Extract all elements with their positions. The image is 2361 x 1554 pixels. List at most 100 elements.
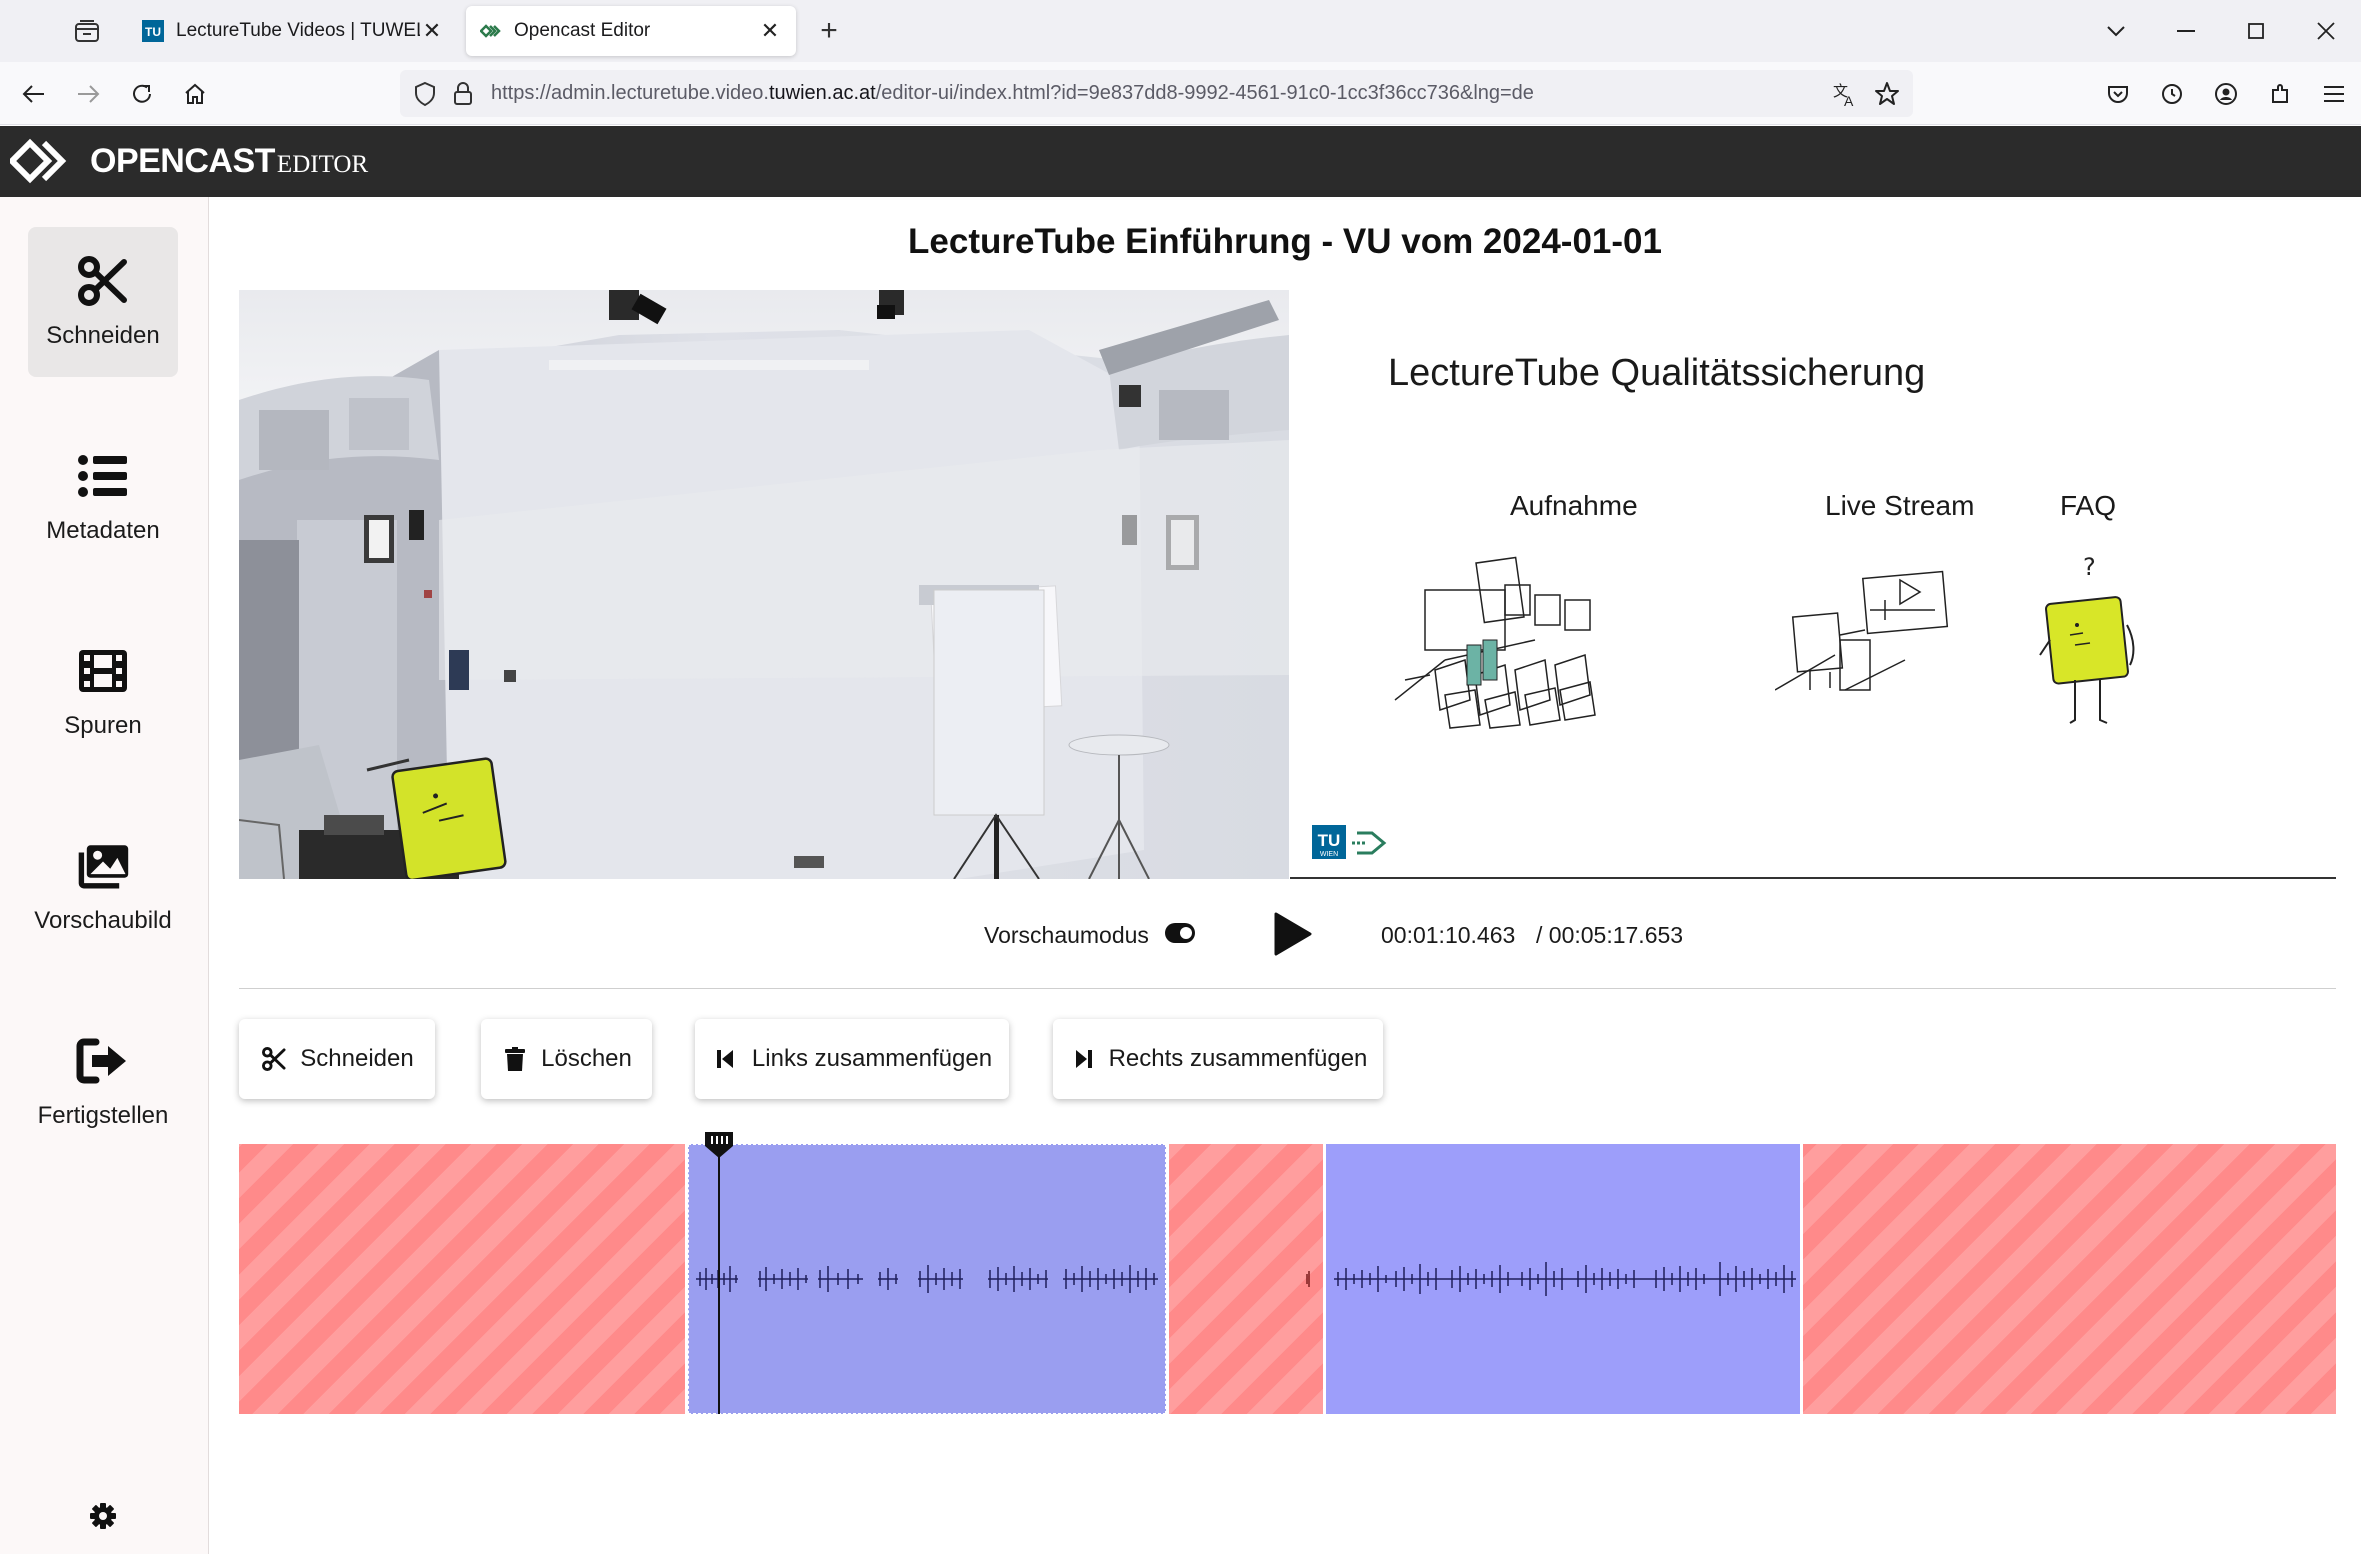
browser-nav-bar: https://admin.lecturetube.video.tuwien.a… xyxy=(0,62,2361,125)
timeline-segment-kept[interactable] xyxy=(1326,1144,1800,1414)
slide-label-aufnahme: Aufnahme xyxy=(1510,490,1638,521)
merge-right-button-label: Rechts zusammenfügen xyxy=(1108,1045,1368,1072)
delete-button[interactable]: Löschen xyxy=(481,1019,652,1099)
window-controls xyxy=(2081,0,2361,62)
menu-icon[interactable] xyxy=(2307,76,2361,112)
sidebar-item-metadaten[interactable]: Metadaten xyxy=(28,422,178,572)
slides-video[interactable]: LectureTube Qualitätssicherung Aufnahme … xyxy=(1290,290,2336,879)
live-stream-illustration xyxy=(1775,570,1949,691)
tab-title: LectureTube Videos | TUWEL xyxy=(176,20,420,41)
tab-list-icon[interactable] xyxy=(70,15,104,47)
trash-icon xyxy=(501,1045,529,1073)
svg-text:TU: TU xyxy=(145,25,161,39)
svg-text:?: ? xyxy=(2083,553,2096,581)
sidebar-item-label: Vorschaubild xyxy=(34,907,172,934)
timeline-scrubber[interactable] xyxy=(703,1130,735,1414)
new-tab-icon[interactable]: + xyxy=(812,14,846,48)
app-subname: EDITOR xyxy=(276,151,369,178)
waveform xyxy=(696,1265,1158,1293)
step-forward-icon xyxy=(1069,1045,1097,1073)
sidebar-item-vorschaubild[interactable]: Vorschaubild xyxy=(28,812,178,962)
gear-icon[interactable] xyxy=(88,1501,118,1531)
sign-out-icon xyxy=(76,1034,130,1088)
waveform xyxy=(1306,1271,1310,1287)
film-icon xyxy=(76,644,130,698)
sidebar-item-label: Metadaten xyxy=(46,517,160,544)
tab-opencast-editor[interactable]: Opencast Editor ✕ xyxy=(466,6,796,56)
browser-tab-bar: TU LectureTube Videos | TUWEL ✕ Opencast… xyxy=(0,0,2361,62)
scissors-icon xyxy=(260,1045,288,1073)
preview-mode-label: Vorschaumodus xyxy=(984,922,1149,948)
images-icon xyxy=(76,839,130,893)
cut-button-label: Schneiden xyxy=(300,1045,414,1072)
reload-icon[interactable] xyxy=(124,76,160,112)
faq-character-illustration: ? xyxy=(2039,553,2135,724)
close-icon[interactable]: ✕ xyxy=(758,18,782,43)
sidebar: Schneiden Metadaten Spuren Vorschaubild … xyxy=(0,197,209,1554)
translate-icon[interactable]: 文A xyxy=(1831,80,1859,108)
url-bar[interactable]: https://admin.lecturetube.video.tuwien.a… xyxy=(400,70,1913,117)
svg-text:TU: TU xyxy=(1318,831,1341,850)
playback-controls: Vorschaumodus 00:01:10.463 / 00:05:17.65… xyxy=(209,905,2361,965)
toolbar-right xyxy=(2091,76,2361,112)
timeline-segment-selected[interactable] xyxy=(688,1144,1166,1414)
chevron-down-icon[interactable] xyxy=(2081,0,2151,62)
cut-button[interactable]: Schneiden xyxy=(239,1019,435,1099)
timeline-segment-deleted[interactable] xyxy=(1169,1144,1323,1414)
shield-icon[interactable] xyxy=(412,81,438,107)
total-duration: / 00:05:17.653 xyxy=(1536,922,1684,948)
tu-icon: TU xyxy=(142,20,164,42)
app-logo[interactable]: OPENCAST EDITOR xyxy=(10,136,368,186)
sidebar-item-schneiden[interactable]: Schneiden xyxy=(28,227,178,377)
timeline[interactable] xyxy=(239,1132,2336,1414)
sidebar-item-fertigstellen[interactable]: Fertigstellen xyxy=(28,1007,178,1157)
merge-left-button-label: Links zusammenfügen xyxy=(751,1045,993,1072)
maximize-icon[interactable] xyxy=(2221,0,2291,62)
tu-wien-logo-icon: TU WIEN xyxy=(1312,825,1387,859)
delete-button-label: Löschen xyxy=(541,1045,632,1072)
sidebar-item-label: Schneiden xyxy=(46,322,160,349)
sidebar-item-label: Fertigstellen xyxy=(37,1102,169,1129)
timeline-segment-deleted[interactable] xyxy=(239,1144,685,1414)
room-camera-image xyxy=(239,290,1289,879)
waveform xyxy=(1334,1262,1796,1296)
history-icon[interactable] xyxy=(2145,76,2199,112)
current-time: 00:01:10.463 xyxy=(1381,922,1516,948)
list-icon xyxy=(76,449,130,503)
tab-title: Opencast Editor xyxy=(514,20,651,41)
merge-left-button[interactable]: Links zusammenfügen xyxy=(695,1019,1009,1099)
forward-arrow-icon[interactable] xyxy=(70,76,106,112)
slide-label-live-stream: Live Stream xyxy=(1825,490,1975,521)
extensions-icon[interactable] xyxy=(2253,76,2307,112)
tab-tuwel[interactable]: TU LectureTube Videos | TUWEL ✕ xyxy=(128,6,458,56)
slide-title: LectureTube Qualitätssicherung xyxy=(1388,352,1926,394)
home-icon[interactable] xyxy=(177,76,213,112)
opencast-logo-icon xyxy=(10,138,67,184)
app-name: OPENCAST xyxy=(90,141,275,180)
play-icon xyxy=(1274,912,1312,956)
minimize-icon[interactable] xyxy=(2151,0,2221,62)
back-arrow-icon[interactable] xyxy=(16,76,52,112)
scissors-icon xyxy=(76,254,130,308)
preview-mode-toggle[interactable] xyxy=(1165,923,1195,943)
app-header: OPENCAST EDITOR xyxy=(0,126,2361,197)
sidebar-item-spuren[interactable]: Spuren xyxy=(28,617,178,767)
sidebar-item-label: Spuren xyxy=(64,712,142,739)
lock-icon[interactable] xyxy=(450,81,476,107)
step-backward-icon xyxy=(712,1045,740,1073)
slide-label-faq: FAQ xyxy=(2060,490,2117,521)
timeline-segment-deleted[interactable] xyxy=(1803,1144,2336,1414)
play-button[interactable] xyxy=(1267,909,1317,959)
url-text: https://admin.lecturetube.video.tuwien.a… xyxy=(491,82,1534,104)
merge-right-button[interactable]: Rechts zusammenfügen xyxy=(1053,1019,1383,1099)
svg-text:A: A xyxy=(1844,93,1854,108)
presenter-video[interactable] xyxy=(239,290,1289,879)
page-title: LectureTube Einführung - VU vom 2024-01-… xyxy=(908,222,1662,261)
close-icon[interactable]: ✕ xyxy=(420,18,444,43)
window-close-icon[interactable] xyxy=(2291,0,2361,62)
pocket-icon[interactable] xyxy=(2091,76,2145,112)
opencast-icon xyxy=(480,20,502,42)
account-icon[interactable] xyxy=(2199,76,2253,112)
svg-text:WIEN: WIEN xyxy=(1320,851,1338,858)
star-icon[interactable] xyxy=(1873,80,1901,108)
